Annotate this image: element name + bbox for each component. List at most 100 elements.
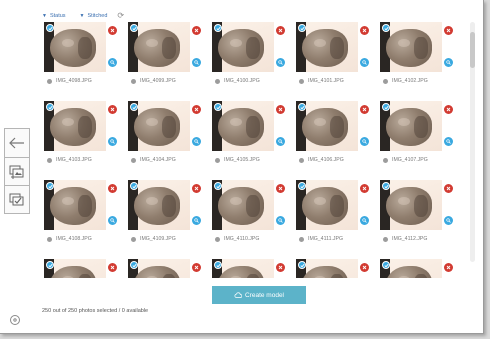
close-icon[interactable]: [276, 184, 285, 193]
photo-card[interactable]: IMG_4098.JPG: [44, 22, 122, 102]
select-photos-button[interactable]: [4, 186, 30, 214]
close-icon[interactable]: [108, 105, 117, 114]
check-icon[interactable]: [214, 182, 222, 190]
magnifier-icon[interactable]: [360, 58, 369, 67]
scrollbar-thumb[interactable]: [470, 32, 475, 68]
magnifier-icon[interactable]: [444, 58, 453, 67]
photo-filename: IMG_4100.JPG: [224, 78, 260, 84]
check-icon[interactable]: [298, 24, 306, 32]
magnifier-icon[interactable]: [360, 137, 369, 146]
caret-down-icon: ▼: [79, 12, 85, 19]
check-icon[interactable]: [382, 261, 390, 269]
check-icon[interactable]: [214, 103, 222, 111]
close-icon[interactable]: [360, 263, 369, 272]
photo-card[interactable]: [296, 259, 374, 278]
photo-card[interactable]: IMG_4105.JPG: [212, 101, 290, 181]
check-icon[interactable]: [214, 24, 222, 32]
photo-filename: IMG_4098.JPG: [56, 78, 92, 84]
photo-card[interactable]: IMG_4111.JPG: [296, 180, 374, 260]
magnifier-icon[interactable]: [108, 216, 117, 225]
arrow-left-icon: [9, 137, 24, 149]
magnifier-icon[interactable]: [360, 216, 369, 225]
magnifier-icon[interactable]: [276, 58, 285, 67]
photo-grid: IMG_4098.JPG IMG_4099.JPG IMG_4100.JPG IMG_…: [44, 22, 464, 278]
close-icon[interactable]: [276, 263, 285, 272]
close-icon[interactable]: [276, 105, 285, 114]
check-icon[interactable]: [130, 24, 138, 32]
check-icon[interactable]: [130, 103, 138, 111]
photo-card[interactable]: IMG_4099.JPG: [128, 22, 206, 102]
photo-filename: IMG_4111.JPG: [308, 236, 343, 242]
select-photos-icon: [9, 193, 24, 205]
magnifier-icon[interactable]: [192, 58, 201, 67]
status-dot: [131, 79, 136, 84]
photo-card[interactable]: IMG_4104.JPG: [128, 101, 206, 181]
stitched-filter[interactable]: ▼ Stitched: [80, 13, 108, 19]
close-icon[interactable]: [360, 26, 369, 35]
photo-card[interactable]: IMG_4107.JPG: [380, 101, 458, 181]
check-icon[interactable]: [214, 261, 222, 269]
check-icon[interactable]: [382, 103, 390, 111]
close-icon[interactable]: [360, 184, 369, 193]
help-button[interactable]: [10, 315, 20, 325]
add-photos-button[interactable]: [4, 158, 30, 186]
check-icon[interactable]: [46, 182, 54, 190]
check-icon[interactable]: [130, 182, 138, 190]
photo-card[interactable]: [380, 259, 458, 278]
close-icon[interactable]: [108, 184, 117, 193]
photo-card[interactable]: IMG_4103.JPG: [44, 101, 122, 181]
status-dot: [383, 237, 388, 242]
close-icon[interactable]: [444, 263, 453, 272]
photo-card[interactable]: IMG_4110.JPG: [212, 180, 290, 260]
close-icon[interactable]: [444, 105, 453, 114]
check-icon[interactable]: [46, 103, 54, 111]
check-icon[interactable]: [382, 24, 390, 32]
close-icon[interactable]: [444, 184, 453, 193]
close-icon[interactable]: [192, 26, 201, 35]
help-icon: [13, 318, 17, 322]
status-filter[interactable]: ▼ Status: [42, 13, 66, 19]
photo-card[interactable]: [128, 259, 206, 278]
check-icon[interactable]: [46, 24, 54, 32]
photo-card[interactable]: IMG_4106.JPG: [296, 101, 374, 181]
photo-card[interactable]: IMG_4108.JPG: [44, 180, 122, 260]
status-dot: [47, 237, 52, 242]
close-icon[interactable]: [108, 263, 117, 272]
check-icon[interactable]: [382, 182, 390, 190]
magnifier-icon[interactable]: [276, 137, 285, 146]
check-icon[interactable]: [130, 261, 138, 269]
close-icon[interactable]: [360, 105, 369, 114]
refresh-icon[interactable]: ⟳: [117, 11, 124, 20]
check-icon[interactable]: [298, 261, 306, 269]
create-model-button[interactable]: Create model: [212, 286, 306, 304]
photo-card[interactable]: [44, 259, 122, 278]
back-button[interactable]: [4, 128, 30, 158]
magnifier-icon[interactable]: [444, 137, 453, 146]
photo-card[interactable]: IMG_4102.JPG: [380, 22, 458, 102]
magnifier-icon[interactable]: [108, 58, 117, 67]
photo-card[interactable]: IMG_4109.JPG: [128, 180, 206, 260]
photo-card[interactable]: [212, 259, 290, 278]
check-icon[interactable]: [298, 182, 306, 190]
close-icon[interactable]: [192, 184, 201, 193]
magnifier-icon[interactable]: [276, 216, 285, 225]
status-filter-label: Status: [49, 12, 66, 19]
magnifier-icon[interactable]: [444, 216, 453, 225]
close-icon[interactable]: [192, 105, 201, 114]
photo-card[interactable]: IMG_4101.JPG: [296, 22, 374, 102]
close-icon[interactable]: [192, 263, 201, 272]
check-icon[interactable]: [298, 103, 306, 111]
photo-card[interactable]: IMG_4112.JPG: [380, 180, 458, 260]
vertical-scrollbar[interactable]: [470, 22, 475, 262]
magnifier-icon[interactable]: [192, 137, 201, 146]
photo-card[interactable]: IMG_4100.JPG: [212, 22, 290, 102]
check-icon[interactable]: [46, 261, 54, 269]
magnifier-icon[interactable]: [192, 216, 201, 225]
close-icon[interactable]: [444, 26, 453, 35]
filter-bar: ▼ Status ▼ Stitched ⟳: [42, 11, 124, 20]
status-dot: [215, 158, 220, 163]
magnifier-icon[interactable]: [108, 137, 117, 146]
close-icon[interactable]: [276, 26, 285, 35]
status-dot: [131, 237, 136, 242]
close-icon[interactable]: [108, 26, 117, 35]
